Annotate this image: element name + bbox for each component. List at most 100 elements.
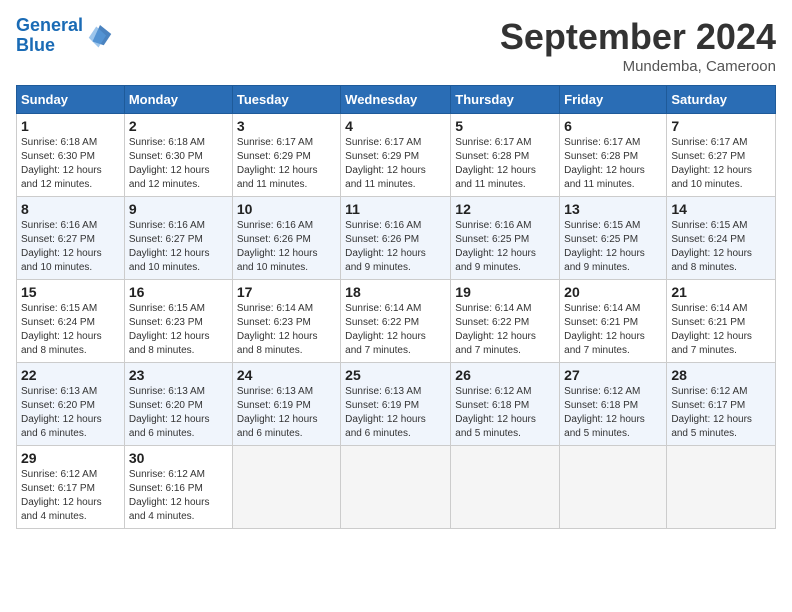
calendar-week-2: 8 Sunrise: 6:16 AM Sunset: 6:27 PM Daylig… [17, 197, 776, 280]
logo: General Blue [16, 16, 115, 56]
table-row: 25 Sunrise: 6:13 AM Sunset: 6:19 PM Dayli… [341, 363, 451, 446]
day-info: Sunrise: 6:17 AM Sunset: 6:28 PM Dayligh… [564, 136, 662, 192]
table-row [232, 446, 340, 529]
table-row: 19 Sunrise: 6:14 AM Sunset: 6:22 PM Dayli… [451, 280, 560, 363]
day-number: 25 [345, 367, 446, 383]
table-row: 13 Sunrise: 6:15 AM Sunset: 6:25 PM Dayli… [560, 197, 667, 280]
day-number: 7 [671, 118, 771, 134]
calendar-table: Sunday Monday Tuesday Wednesday Thursday… [16, 85, 776, 529]
day-number: 17 [237, 284, 336, 300]
month-title: September 2024 [500, 16, 776, 58]
calendar-week-1: 1 Sunrise: 6:18 AM Sunset: 6:30 PM Daylig… [17, 114, 776, 197]
day-info: Sunrise: 6:18 AM Sunset: 6:30 PM Dayligh… [129, 136, 228, 192]
day-number: 3 [237, 118, 336, 134]
day-info: Sunrise: 6:17 AM Sunset: 6:29 PM Dayligh… [237, 136, 336, 192]
day-info: Sunrise: 6:13 AM Sunset: 6:19 PM Dayligh… [237, 385, 336, 441]
table-row [667, 446, 776, 529]
table-row: 10 Sunrise: 6:16 AM Sunset: 6:26 PM Dayli… [232, 197, 340, 280]
day-info: Sunrise: 6:15 AM Sunset: 6:23 PM Dayligh… [129, 302, 228, 358]
day-info: Sunrise: 6:13 AM Sunset: 6:19 PM Dayligh… [345, 385, 446, 441]
day-info: Sunrise: 6:13 AM Sunset: 6:20 PM Dayligh… [129, 385, 228, 441]
day-number: 16 [129, 284, 228, 300]
table-row [341, 446, 451, 529]
day-number: 21 [671, 284, 771, 300]
day-info: Sunrise: 6:14 AM Sunset: 6:22 PM Dayligh… [455, 302, 555, 358]
title-block: September 2024 Mundemba, Cameroon [500, 16, 776, 75]
table-row: 12 Sunrise: 6:16 AM Sunset: 6:25 PM Dayli… [451, 197, 560, 280]
day-info: Sunrise: 6:14 AM Sunset: 6:22 PM Dayligh… [345, 302, 446, 358]
table-row: 3 Sunrise: 6:17 AM Sunset: 6:29 PM Daylig… [232, 114, 340, 197]
day-number: 27 [564, 367, 662, 383]
day-info: Sunrise: 6:14 AM Sunset: 6:21 PM Dayligh… [564, 302, 662, 358]
day-number: 24 [237, 367, 336, 383]
table-row: 7 Sunrise: 6:17 AM Sunset: 6:27 PM Daylig… [667, 114, 776, 197]
day-info: Sunrise: 6:13 AM Sunset: 6:20 PM Dayligh… [21, 385, 120, 441]
day-number: 30 [129, 450, 228, 466]
table-row: 2 Sunrise: 6:18 AM Sunset: 6:30 PM Daylig… [124, 114, 232, 197]
table-row: 27 Sunrise: 6:12 AM Sunset: 6:18 PM Dayli… [560, 363, 667, 446]
day-number: 28 [671, 367, 771, 383]
day-info: Sunrise: 6:15 AM Sunset: 6:24 PM Dayligh… [21, 302, 120, 358]
calendar-week-3: 15 Sunrise: 6:15 AM Sunset: 6:24 PM Dayli… [17, 280, 776, 363]
day-info: Sunrise: 6:16 AM Sunset: 6:26 PM Dayligh… [345, 219, 446, 275]
day-number: 15 [21, 284, 120, 300]
table-row: 23Sunrise: 6:13 AM Sunset: 6:20 PM Dayli… [124, 363, 232, 446]
day-info: Sunrise: 6:15 AM Sunset: 6:24 PM Dayligh… [671, 219, 771, 275]
col-wednesday: Wednesday [341, 86, 451, 114]
day-number: 14 [671, 201, 771, 217]
day-info: Sunrise: 6:16 AM Sunset: 6:27 PM Dayligh… [129, 219, 228, 275]
table-row: 14 Sunrise: 6:15 AM Sunset: 6:24 PM Dayli… [667, 197, 776, 280]
day-number: 22 [21, 367, 120, 383]
day-number: 9 [129, 201, 228, 217]
day-info: Sunrise: 6:16 AM Sunset: 6:27 PM Dayligh… [21, 219, 120, 275]
col-friday: Friday [560, 86, 667, 114]
day-number: 26 [455, 367, 555, 383]
day-number: 18 [345, 284, 446, 300]
table-row [560, 446, 667, 529]
day-number: 2 [129, 118, 228, 134]
day-info: Sunrise: 6:16 AM Sunset: 6:26 PM Dayligh… [237, 219, 336, 275]
day-number: 13 [564, 201, 662, 217]
table-row: 15 Sunrise: 6:15 AM Sunset: 6:24 PM Dayli… [17, 280, 125, 363]
day-info: Sunrise: 6:15 AM Sunset: 6:25 PM Dayligh… [564, 219, 662, 275]
day-number: 1 [21, 118, 120, 134]
day-info: Sunrise: 6:12 AM Sunset: 6:18 PM Dayligh… [455, 385, 555, 441]
table-row: 30Sunrise: 6:12 AM Sunset: 6:16 PM Dayli… [124, 446, 232, 529]
day-info: Sunrise: 6:14 AM Sunset: 6:23 PM Dayligh… [237, 302, 336, 358]
col-tuesday: Tuesday [232, 86, 340, 114]
day-info: Sunrise: 6:17 AM Sunset: 6:28 PM Dayligh… [455, 136, 555, 192]
table-row: 21 Sunrise: 6:14 AM Sunset: 6:21 PM Dayli… [667, 280, 776, 363]
table-row: 28 Sunrise: 6:12 AM Sunset: 6:17 PM Dayli… [667, 363, 776, 446]
day-info: Sunrise: 6:16 AM Sunset: 6:25 PM Dayligh… [455, 219, 555, 275]
day-number: 6 [564, 118, 662, 134]
day-number: 29 [21, 450, 120, 466]
logo-icon [85, 19, 115, 49]
page-header: General Blue September 2024 Mundemba, Ca… [16, 16, 776, 75]
day-info: Sunrise: 6:17 AM Sunset: 6:27 PM Dayligh… [671, 136, 771, 192]
calendar-week-5: 29 Sunrise: 6:12 AM Sunset: 6:17 PM Dayli… [17, 446, 776, 529]
table-row: 29 Sunrise: 6:12 AM Sunset: 6:17 PM Dayli… [17, 446, 125, 529]
table-row: 6 Sunrise: 6:17 AM Sunset: 6:28 PM Daylig… [560, 114, 667, 197]
table-row: 8 Sunrise: 6:16 AM Sunset: 6:27 PM Daylig… [17, 197, 125, 280]
day-number: 19 [455, 284, 555, 300]
table-row: 20Sunrise: 6:14 AM Sunset: 6:21 PM Dayli… [560, 280, 667, 363]
table-row: 17 Sunrise: 6:14 AM Sunset: 6:23 PM Dayli… [232, 280, 340, 363]
table-row: 9 Sunrise: 6:16 AM Sunset: 6:27 PM Daylig… [124, 197, 232, 280]
header-row: Sunday Monday Tuesday Wednesday Thursday… [17, 86, 776, 114]
day-number: 11 [345, 201, 446, 217]
col-sunday: Sunday [17, 86, 125, 114]
day-number: 10 [237, 201, 336, 217]
day-info: Sunrise: 6:12 AM Sunset: 6:17 PM Dayligh… [671, 385, 771, 441]
day-info: Sunrise: 6:14 AM Sunset: 6:21 PM Dayligh… [671, 302, 771, 358]
table-row [451, 446, 560, 529]
table-row: 1 Sunrise: 6:18 AM Sunset: 6:30 PM Daylig… [17, 114, 125, 197]
col-thursday: Thursday [451, 86, 560, 114]
day-number: 12 [455, 201, 555, 217]
day-info: Sunrise: 6:12 AM Sunset: 6:17 PM Dayligh… [21, 468, 120, 524]
day-info: Sunrise: 6:12 AM Sunset: 6:18 PM Dayligh… [564, 385, 662, 441]
day-number: 8 [21, 201, 120, 217]
day-info: Sunrise: 6:18 AM Sunset: 6:30 PM Dayligh… [21, 136, 120, 192]
calendar-week-4: 22 Sunrise: 6:13 AM Sunset: 6:20 PM Dayli… [17, 363, 776, 446]
table-row: 18 Sunrise: 6:14 AM Sunset: 6:22 PM Dayli… [341, 280, 451, 363]
table-row: 26 Sunrise: 6:12 AM Sunset: 6:18 PM Dayli… [451, 363, 560, 446]
